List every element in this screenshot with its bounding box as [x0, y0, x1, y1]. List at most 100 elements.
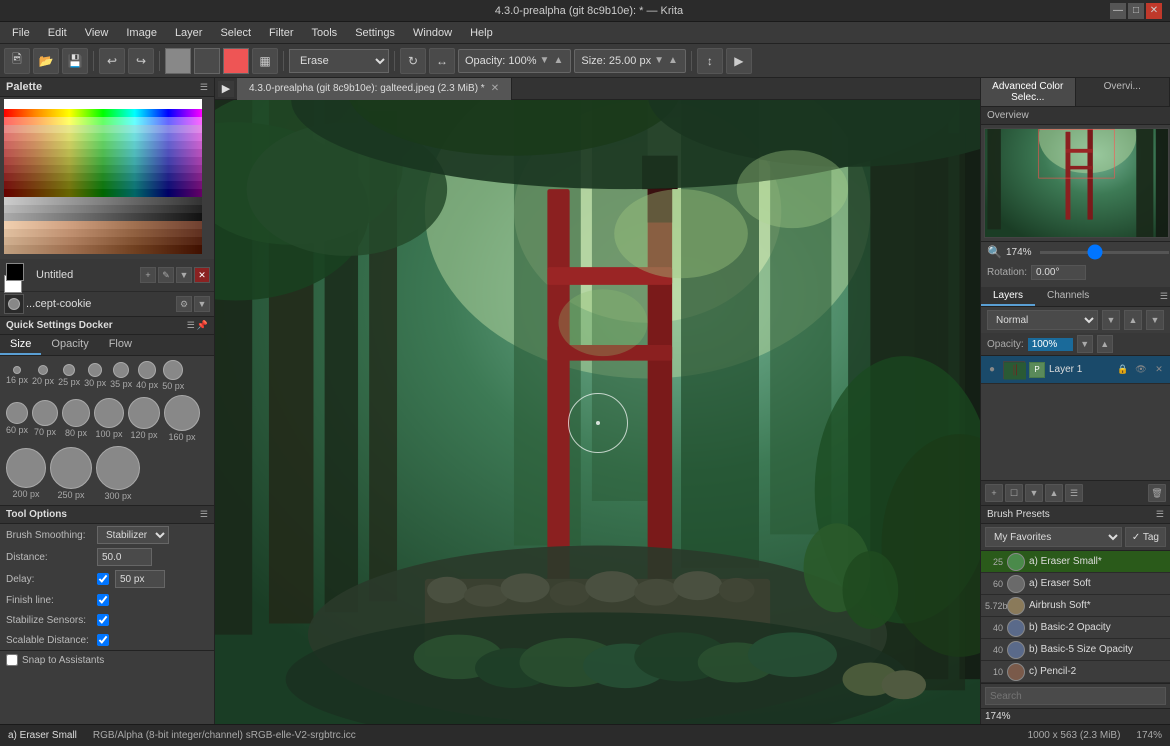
palette-menu-button[interactable]: ☰ — [200, 82, 208, 93]
reset-button[interactable]: ↻ — [400, 48, 426, 74]
canvas-wrapper[interactable] — [215, 100, 980, 724]
size-up[interactable]: ▲ — [667, 55, 679, 66]
brush-size-80[interactable]: 80 px — [62, 399, 90, 438]
brush-smoothing-select[interactable]: Stabilizer Basic — [97, 526, 169, 544]
brush-mode-select[interactable]: Erase Normal — [289, 49, 389, 73]
brush-size-30[interactable]: 30 px — [84, 363, 106, 388]
document-tab[interactable]: 4.3.0-prealpha (git 8c9b10e): galteed.jp… — [237, 78, 512, 100]
menu-view[interactable]: View — [77, 25, 117, 41]
tab-channels[interactable]: Channels — [1035, 287, 1101, 306]
brush-size-25[interactable]: 25 px — [58, 364, 80, 387]
brush-size-160[interactable]: 160 px — [164, 395, 200, 442]
play-button[interactable]: ▶ — [726, 48, 752, 74]
bg-color-swatch[interactable] — [194, 48, 220, 74]
brush-size-300[interactable]: 300 px — [96, 446, 140, 501]
tab-layers[interactable]: Layers — [981, 287, 1035, 306]
qs-pin-button[interactable]: 📌 — [197, 320, 208, 331]
bp-item[interactable]: 10 c) Pencil-2 — [981, 661, 1170, 683]
new-document-button[interactable]: 🖻 — [4, 48, 30, 74]
delay-input[interactable] — [115, 570, 165, 588]
bp-search-input[interactable] — [985, 687, 1166, 705]
qs-options-button[interactable]: ☰ — [187, 320, 195, 331]
maximize-button[interactable]: □ — [1128, 3, 1144, 19]
menu-image[interactable]: Image — [118, 25, 165, 41]
opacity-up[interactable]: ▲ — [552, 55, 564, 66]
bp-item[interactable]: 40 b) Basic-5 Size Opacity — [981, 639, 1170, 661]
snap-checkbox[interactable] — [6, 654, 18, 666]
save-button[interactable]: 💾 — [62, 48, 88, 74]
layers-add-button[interactable]: + — [985, 484, 1003, 502]
distance-input[interactable] — [97, 548, 152, 566]
bp-folder-select[interactable]: My Favorites — [985, 527, 1122, 547]
bp-options-button[interactable]: ☰ — [1156, 509, 1164, 520]
layer-lock-button[interactable]: 🔒 — [1116, 363, 1130, 377]
fg-color-swatch[interactable] — [165, 48, 191, 74]
scalable-distance-checkbox[interactable] — [97, 634, 109, 646]
layer-item[interactable]: ● P Layer 1 🔒 👁 ✕ — [981, 356, 1170, 384]
menu-filter[interactable]: Filter — [261, 25, 301, 41]
layer-options-button[interactable]: ▼ — [176, 267, 192, 283]
brush-size-250[interactable]: 250 px — [50, 447, 92, 500]
undo-button[interactable]: ↩ — [99, 48, 125, 74]
layer-remove-button[interactable]: ✕ — [1152, 363, 1166, 377]
finish-line-checkbox[interactable] — [97, 594, 109, 606]
brush-size-35[interactable]: 35 px — [110, 362, 132, 389]
menu-select[interactable]: Select — [212, 25, 259, 41]
layer-sort-up-button[interactable]: ▲ — [1124, 310, 1142, 330]
bp-item[interactable]: 25 a) Eraser Small* — [981, 551, 1170, 573]
menu-window[interactable]: Window — [405, 25, 460, 41]
layers-group-button[interactable]: ☐ — [1005, 484, 1023, 502]
document-tab-close[interactable]: ✕ — [491, 83, 499, 94]
qs-tab-size[interactable]: Size — [0, 335, 41, 355]
qs-tab-opacity[interactable]: Opacity — [41, 335, 98, 355]
qs-tab-flow[interactable]: Flow — [99, 335, 142, 355]
brush-size-120[interactable]: 120 px — [128, 397, 160, 440]
layers-options-button[interactable]: ☰ — [1158, 287, 1170, 306]
layer-add-button[interactable]: + — [140, 267, 156, 283]
layer-sort-down-button[interactable]: ▼ — [1146, 310, 1164, 330]
brush-options-button[interactable]: ▼ — [194, 296, 210, 312]
brush-size-50[interactable]: 50 px — [162, 360, 184, 391]
rotation-input[interactable] — [1031, 265, 1086, 280]
redo-button[interactable]: ↪ — [128, 48, 154, 74]
layer-filter-button[interactable]: ▼ — [1102, 310, 1120, 330]
delay-checkbox[interactable] — [97, 573, 109, 585]
tab-advanced-color[interactable]: Advanced Color Selec... — [981, 78, 1076, 106]
layer-delete-button[interactable]: ✕ — [194, 267, 210, 283]
mirror-vert-button[interactable]: ↕ — [697, 48, 723, 74]
stabilize-sensors-checkbox[interactable] — [97, 614, 109, 626]
painting-canvas[interactable] — [215, 100, 980, 724]
layers-opacity-input[interactable] — [1028, 338, 1073, 351]
blend-mode-select[interactable]: Normal Multiply — [987, 310, 1098, 330]
layer-opacity-up[interactable]: ▲ — [1097, 335, 1113, 353]
brush-settings-button[interactable]: ⚙ — [176, 296, 192, 312]
brush-size-70[interactable]: 70 px — [32, 400, 58, 437]
close-button[interactable]: ✕ — [1146, 3, 1162, 19]
mirror-button[interactable]: ↔ — [429, 48, 455, 74]
tab-overview[interactable]: Overvi... — [1076, 78, 1170, 106]
opacity-down[interactable]: ▼ — [539, 55, 551, 66]
bp-item[interactable]: 5.72b Airbrush Soft* — [981, 595, 1170, 617]
brush-size-100[interactable]: 100 px — [94, 398, 124, 439]
overview-thumbnail[interactable] — [984, 128, 1169, 238]
menu-settings[interactable]: Settings — [347, 25, 403, 41]
zoom-slider[interactable] — [1040, 251, 1169, 254]
current-color-swatch[interactable] — [223, 48, 249, 74]
layer-edit-button[interactable]: ✎ — [158, 267, 174, 283]
bp-item[interactable]: 60 a) Eraser Soft — [981, 573, 1170, 595]
layers-menu-button[interactable]: ☰ — [1065, 484, 1083, 502]
brush-pattern-button[interactable]: ▦ — [252, 48, 278, 74]
brush-size-20[interactable]: 20 px — [32, 365, 54, 386]
size-down[interactable]: ▼ — [653, 55, 665, 66]
brush-size-60[interactable]: 60 px — [6, 402, 28, 435]
bp-item[interactable]: 40 b) Basic-2 Opacity — [981, 617, 1170, 639]
menu-help[interactable]: Help — [462, 25, 501, 41]
layers-delete-button[interactable]: 🗑 — [1148, 484, 1166, 502]
menu-tools[interactable]: Tools — [304, 25, 346, 41]
layer-visibility-button[interactable]: ● — [985, 363, 999, 377]
brush-size-40[interactable]: 40 px — [136, 361, 158, 390]
minimize-button[interactable]: — — [1110, 3, 1126, 19]
menu-layer[interactable]: Layer — [167, 25, 211, 41]
layer-opacity-down[interactable]: ▼ — [1077, 335, 1093, 353]
fg-color-indicator[interactable] — [6, 263, 24, 281]
